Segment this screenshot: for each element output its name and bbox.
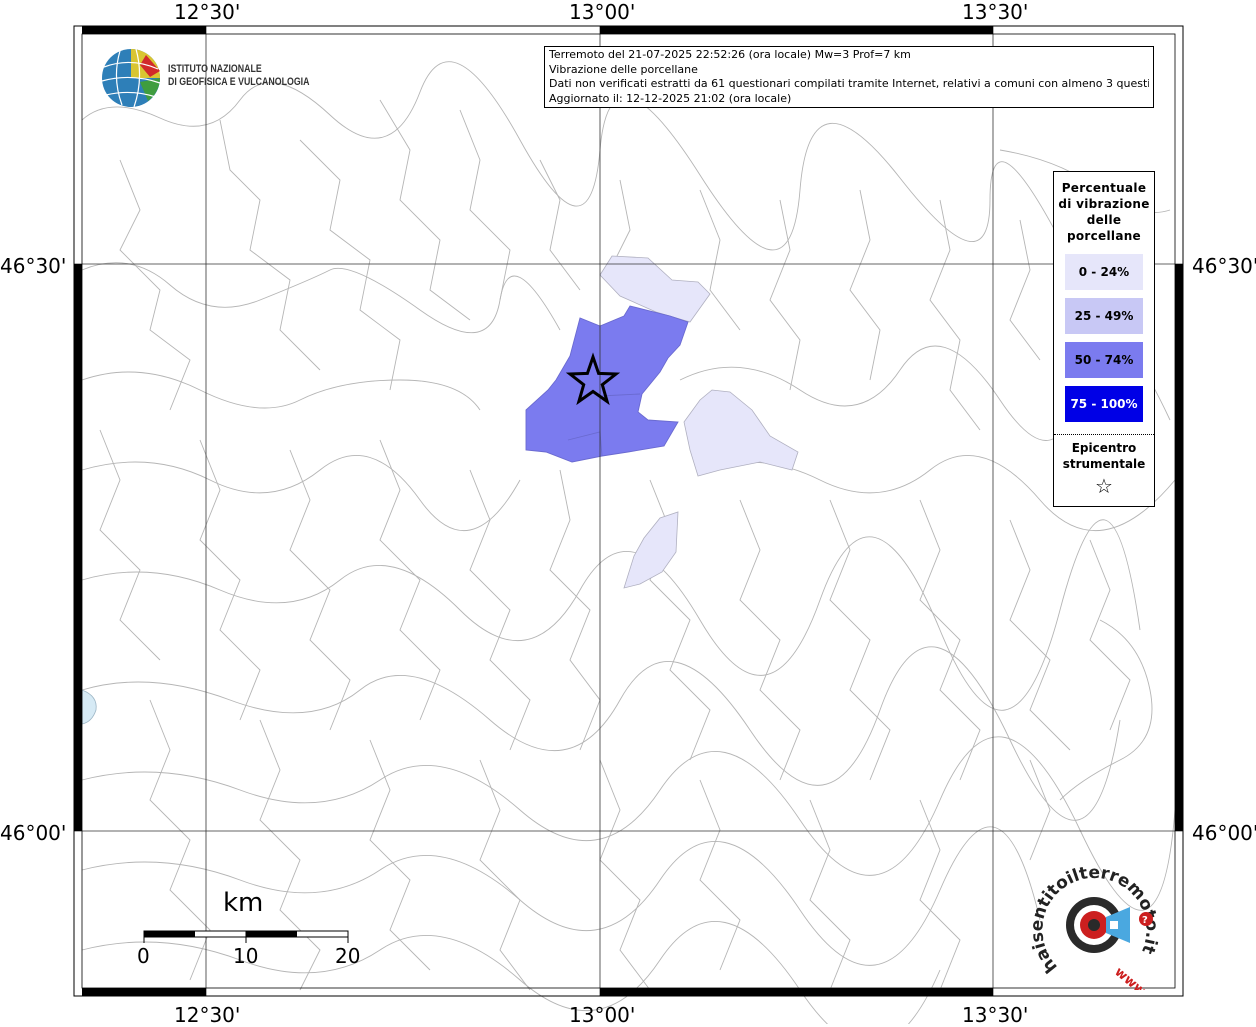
legend-item-label: 50 - 74% xyxy=(1074,353,1134,367)
lat-label-right-4600: 46°00' xyxy=(1192,821,1256,845)
legend-title: Percentuale di vibrazione delle porcella… xyxy=(1054,180,1154,244)
lon-label-top-1300: 13°00' xyxy=(569,0,636,24)
legend-title-line-3: delle xyxy=(1086,213,1122,227)
legend-title-line-2: di vibrazione xyxy=(1058,197,1150,211)
star-icon: ☆ xyxy=(1095,474,1113,498)
lat-label-right-4630: 46°30' xyxy=(1192,254,1256,278)
scale-tick-10: 10 xyxy=(233,944,259,968)
legend-item-50-74: 50 - 74% xyxy=(1065,342,1143,378)
lon-label-bottom-1300: 13°00' xyxy=(569,1003,636,1027)
legend: Percentuale di vibrazione delle porcella… xyxy=(1053,171,1155,507)
svg-text:?: ? xyxy=(1142,915,1148,926)
haisentito-logo-icon: haisentitoilterremoto.it www. ? xyxy=(1027,863,1161,1002)
institute-line-2: DI GEOFISICA E VULCANOLOGIA xyxy=(168,76,310,88)
update-line: Aggiornato il: 12-12-2025 21:02 (ora loc… xyxy=(549,91,792,105)
legend-epicentre-line-2: strumentale xyxy=(1062,457,1146,471)
lon-label-bottom-1330: 13°30' xyxy=(962,1003,1029,1027)
haisentito-www: www. xyxy=(1111,965,1151,990)
legend-item-label: 75 - 100% xyxy=(1070,397,1138,411)
event-info-box: Terremoto del 21-07-2025 22:52:26 (ora l… xyxy=(544,46,1154,108)
data-note-line: Dati non verificati estratti da 61 quest… xyxy=(549,77,1149,90)
lon-label-top-1330: 13°30' xyxy=(962,0,1029,24)
legend-epicentre-line-1: Epicentro xyxy=(1071,441,1137,455)
legend-item-label: 0 - 24% xyxy=(1078,265,1130,279)
legend-title-line-4: porcellane xyxy=(1066,229,1141,243)
parameter-line: Vibrazione delle porcellane xyxy=(549,62,698,76)
haisentito-logo: haisentitoilterremoto.it www. ? xyxy=(1027,855,1165,1002)
legend-title-line-1: Percentuale xyxy=(1061,181,1147,195)
legend-item-label: 25 - 49% xyxy=(1074,309,1134,323)
ingv-logo: ISTITUTO NAZIONALE DI GEOFISICA E VULCAN… xyxy=(100,47,340,109)
legend-divider xyxy=(1054,434,1154,435)
lat-label-left-4600: 46°00' xyxy=(0,821,67,845)
legend-item-0-24: 0 - 24% xyxy=(1065,254,1143,290)
legend-item-75-100: 75 - 100% xyxy=(1065,386,1143,422)
scale-tick-20: 20 xyxy=(335,944,361,968)
lon-label-top-1230: 12°30' xyxy=(174,0,241,24)
institute-line-1: ISTITUTO NAZIONALE xyxy=(168,63,262,75)
scale-tick-0: 0 xyxy=(137,944,150,968)
ingv-globe-icon xyxy=(101,48,161,108)
scale-unit: km xyxy=(223,888,264,918)
lon-label-bottom-1230: 12°30' xyxy=(174,1003,241,1027)
event-line: Terremoto del 21-07-2025 22:52:26 (ora l… xyxy=(549,48,911,61)
legend-epicentre: Epicentro strumentale xyxy=(1054,440,1154,472)
lat-label-left-4630: 46°30' xyxy=(0,254,67,278)
legend-item-25-49: 25 - 49% xyxy=(1065,298,1143,334)
